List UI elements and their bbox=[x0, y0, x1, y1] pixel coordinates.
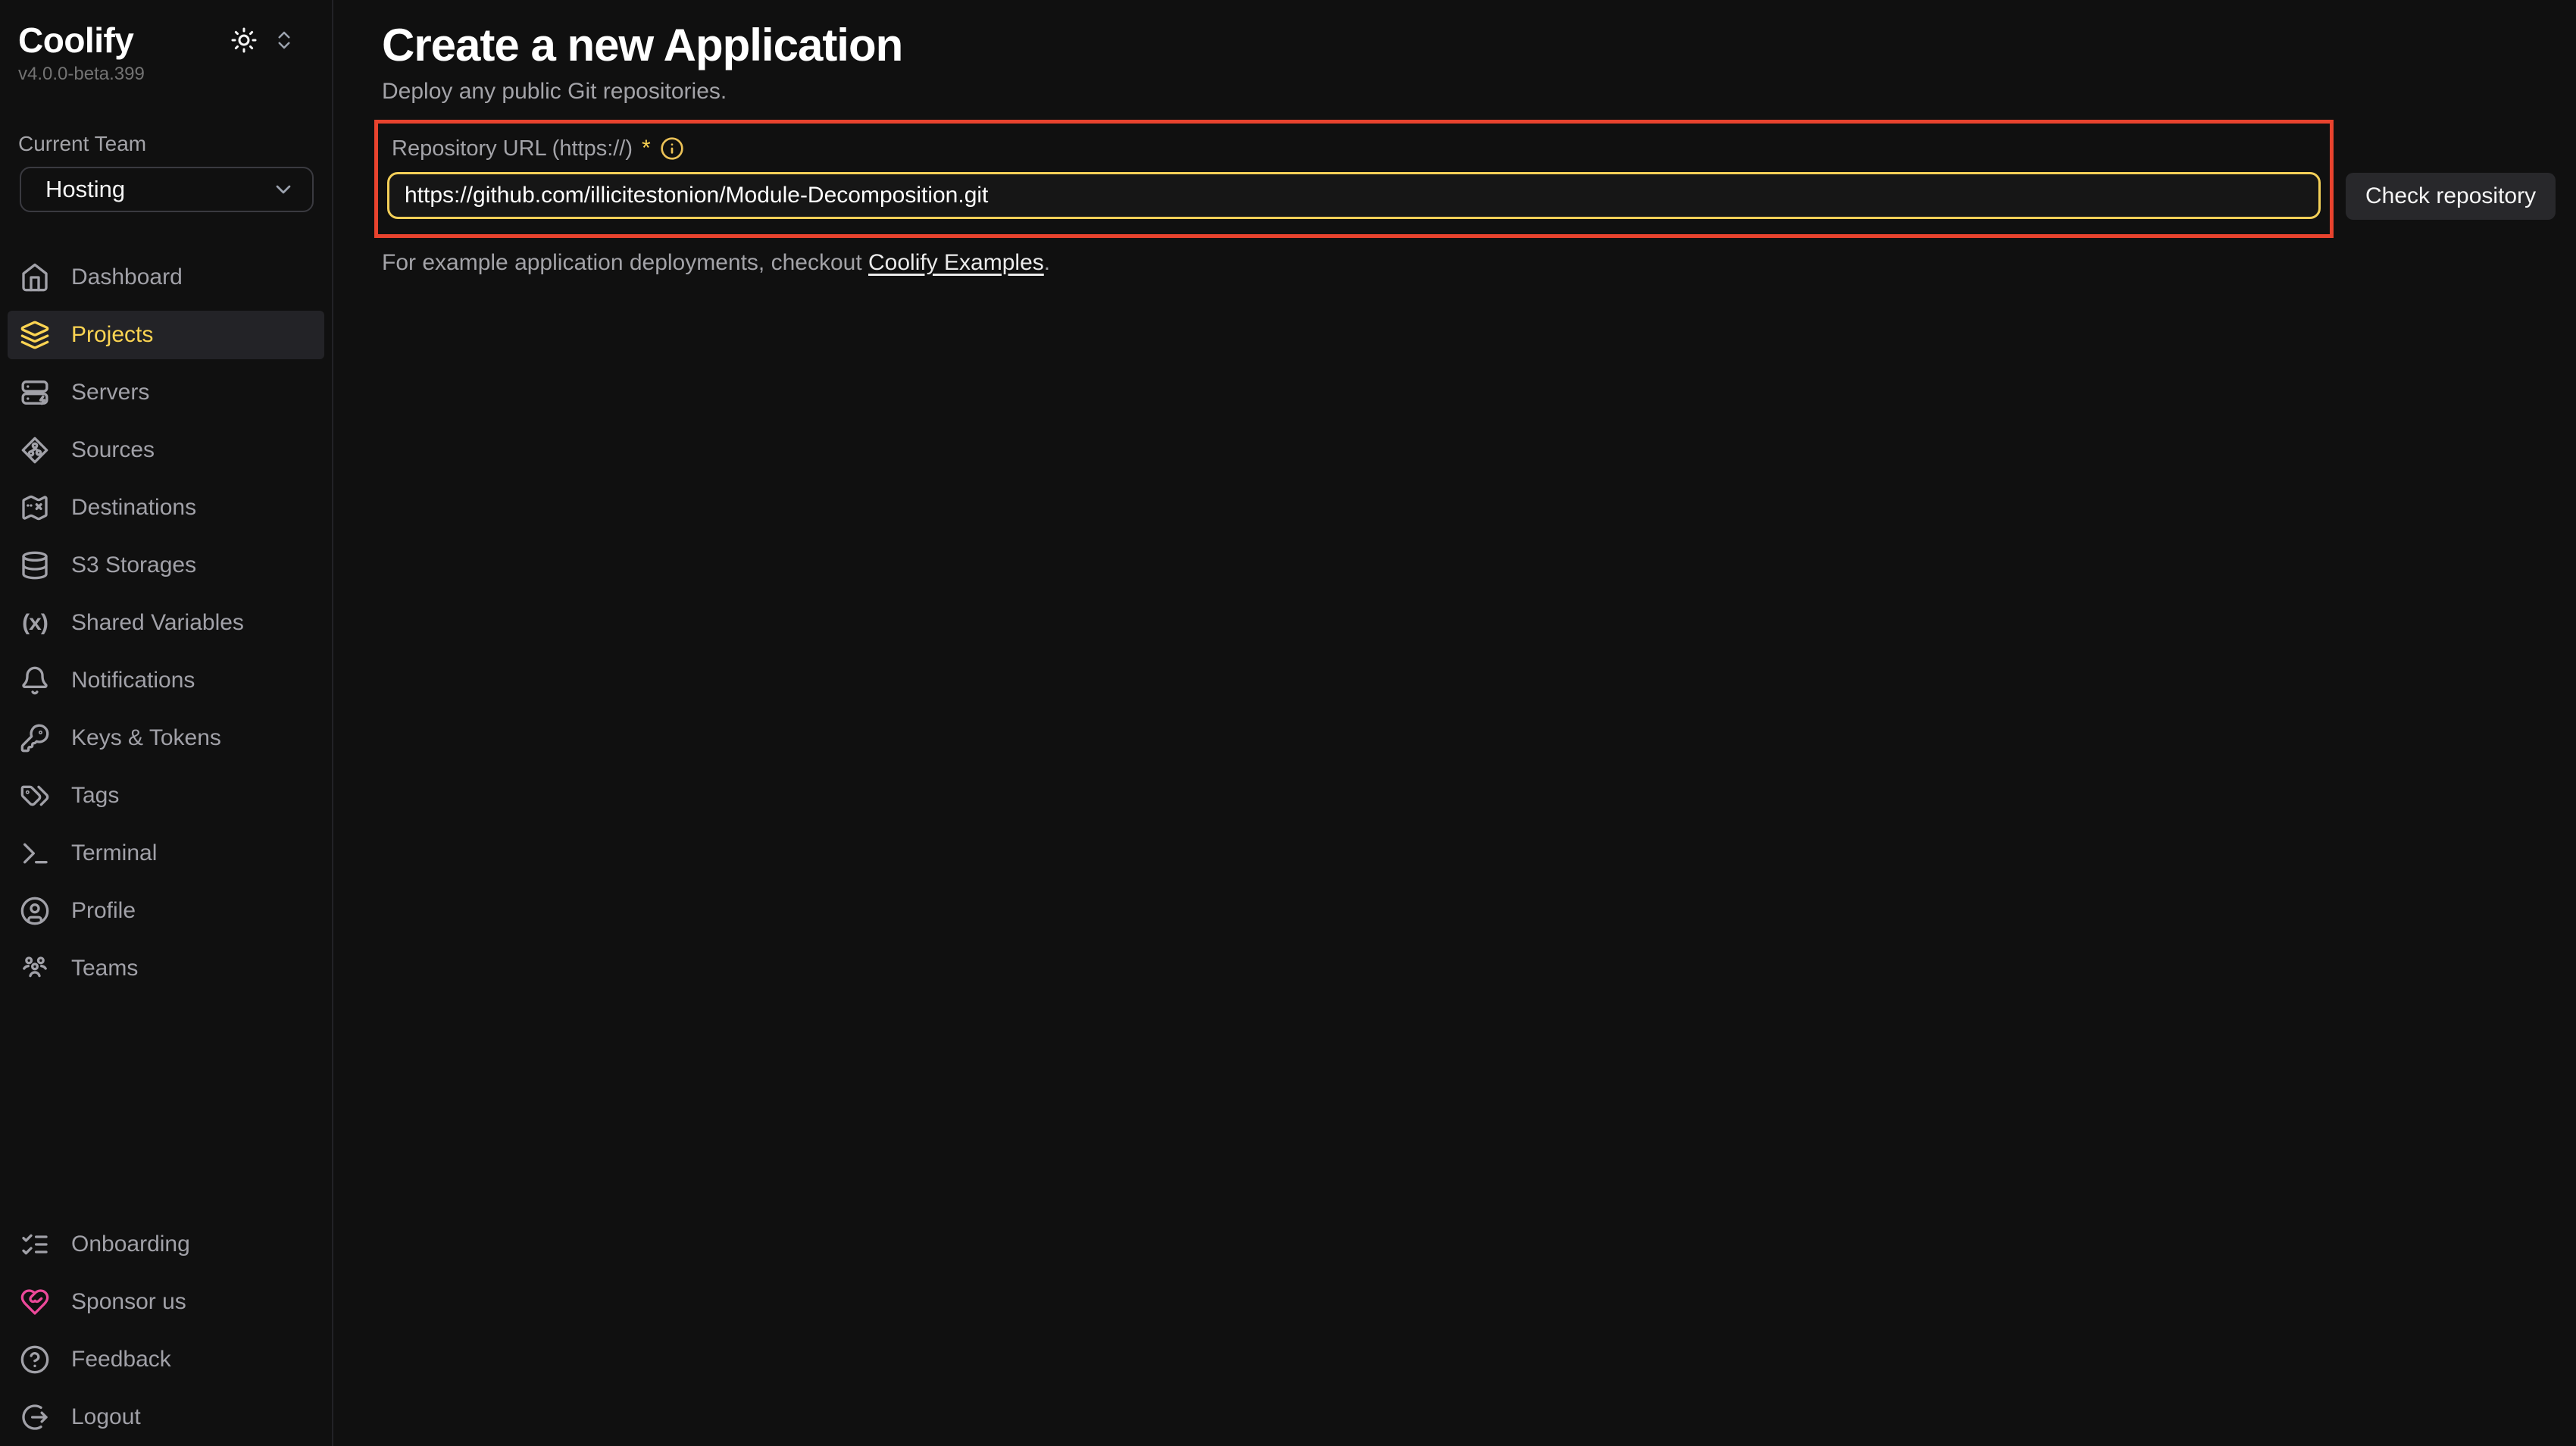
sidebar-item-onboarding-label: Onboarding bbox=[71, 1232, 190, 1257]
help-circle-icon bbox=[20, 1344, 50, 1375]
terminal-icon bbox=[20, 838, 50, 869]
sidebar-item-keys-tokens[interactable]: Keys & Tokens bbox=[8, 714, 324, 762]
sidebar-item-onboarding[interactable]: Onboarding bbox=[8, 1220, 324, 1269]
sidebar: Coolify v4.0.0-beta.399 Current Team Hos… bbox=[0, 0, 333, 1446]
layers-icon bbox=[20, 320, 50, 350]
sidebar-item-servers-label: Servers bbox=[71, 380, 149, 405]
examples-hint: For example application deployments, che… bbox=[382, 250, 2576, 276]
logout-icon bbox=[20, 1402, 50, 1432]
sidebar-item-tags-label: Tags bbox=[71, 783, 119, 809]
key-icon bbox=[20, 723, 50, 753]
bell-icon bbox=[20, 665, 50, 696]
sidebar-item-profile[interactable]: Profile bbox=[8, 887, 324, 935]
map-icon bbox=[20, 493, 50, 523]
sidebar-item-feedback-label: Feedback bbox=[71, 1347, 171, 1372]
app-version: v4.0.0-beta.399 bbox=[0, 64, 332, 85]
sidebar-item-shared-variables-label: Shared Variables bbox=[71, 610, 244, 636]
sidebar-item-dashboard-label: Dashboard bbox=[71, 264, 183, 290]
list-checks-icon bbox=[20, 1229, 50, 1260]
sidebar-item-notifications[interactable]: Notifications bbox=[8, 656, 324, 705]
users-icon bbox=[20, 953, 50, 984]
user-circle-icon bbox=[20, 896, 50, 926]
chevrons-up-down-icon[interactable] bbox=[273, 29, 295, 52]
sidebar-item-s3-storages[interactable]: S3 Storages bbox=[8, 541, 324, 590]
sidebar-item-dashboard[interactable]: Dashboard bbox=[8, 253, 324, 302]
sidebar-item-sources[interactable]: Sources bbox=[8, 426, 324, 474]
sidebar-item-tags[interactable]: Tags bbox=[8, 772, 324, 820]
server-icon bbox=[20, 377, 50, 408]
home-icon bbox=[20, 262, 50, 293]
heart-handshake-icon bbox=[20, 1287, 50, 1317]
sidebar-item-projects[interactable]: Projects bbox=[8, 311, 324, 359]
page-title: Create a new Application bbox=[382, 18, 2576, 73]
sidebar-item-feedback[interactable]: Feedback bbox=[8, 1335, 324, 1384]
sidebar-item-projects-label: Projects bbox=[71, 322, 153, 348]
chevron-down-icon bbox=[271, 177, 295, 202]
app-logo: Coolify bbox=[18, 20, 133, 61]
info-icon[interactable] bbox=[660, 136, 684, 161]
main-content: Create a new Application Deploy any publ… bbox=[335, 0, 2576, 1446]
variables-icon: (x) bbox=[20, 610, 50, 636]
sidebar-item-destinations-label: Destinations bbox=[71, 495, 196, 521]
team-selector[interactable]: Hosting bbox=[20, 167, 314, 212]
database-icon bbox=[20, 550, 50, 581]
sidebar-item-teams[interactable]: Teams bbox=[8, 944, 324, 993]
sidebar-item-terminal[interactable]: Terminal bbox=[8, 829, 324, 878]
current-team-label: Current Team bbox=[0, 132, 332, 156]
examples-hint-text: For example application deployments, che… bbox=[382, 250, 868, 275]
repository-url-label: Repository URL (https://) bbox=[392, 136, 633, 161]
sidebar-bottom-nav: Onboarding Sponsor us Feedback Logout bbox=[0, 1220, 332, 1441]
sidebar-item-sources-label: Sources bbox=[71, 437, 155, 463]
sidebar-header: Coolify bbox=[0, 20, 332, 61]
check-repository-button[interactable]: Check repository bbox=[2346, 173, 2556, 220]
sun-icon[interactable] bbox=[230, 27, 258, 54]
sidebar-item-logout-label: Logout bbox=[71, 1404, 141, 1430]
coolify-examples-link[interactable]: Coolify Examples bbox=[868, 250, 1044, 275]
sidebar-item-servers[interactable]: Servers bbox=[8, 368, 324, 417]
tag-icon bbox=[20, 781, 50, 811]
sidebar-item-teams-label: Teams bbox=[71, 956, 138, 981]
sidebar-item-logout[interactable]: Logout bbox=[8, 1393, 324, 1441]
sidebar-item-destinations[interactable]: Destinations bbox=[8, 484, 324, 532]
git-source-icon bbox=[20, 435, 50, 465]
sidebar-item-keys-tokens-label: Keys & Tokens bbox=[71, 725, 221, 751]
sidebar-nav: Dashboard Projects Servers Sources Destinati… bbox=[0, 253, 332, 993]
repository-form-row: Repository URL (https://) * Check reposi… bbox=[374, 120, 2576, 238]
sidebar-item-terminal-label: Terminal bbox=[71, 840, 157, 866]
sidebar-item-s3-storages-label: S3 Storages bbox=[71, 552, 196, 578]
sidebar-item-notifications-label: Notifications bbox=[71, 668, 195, 693]
sidebar-item-profile-label: Profile bbox=[71, 898, 136, 924]
repository-url-input[interactable] bbox=[387, 172, 2321, 219]
page-subtitle: Deploy any public Git repositories. bbox=[382, 79, 2576, 105]
team-selector-value: Hosting bbox=[45, 176, 125, 203]
annotation-highlight-box: Repository URL (https://) * bbox=[374, 120, 2334, 238]
sidebar-item-sponsor-us-label: Sponsor us bbox=[71, 1289, 186, 1315]
required-marker: * bbox=[642, 136, 651, 161]
sidebar-item-sponsor-us[interactable]: Sponsor us bbox=[8, 1278, 324, 1326]
sidebar-item-shared-variables[interactable]: (x) Shared Variables bbox=[8, 599, 324, 647]
